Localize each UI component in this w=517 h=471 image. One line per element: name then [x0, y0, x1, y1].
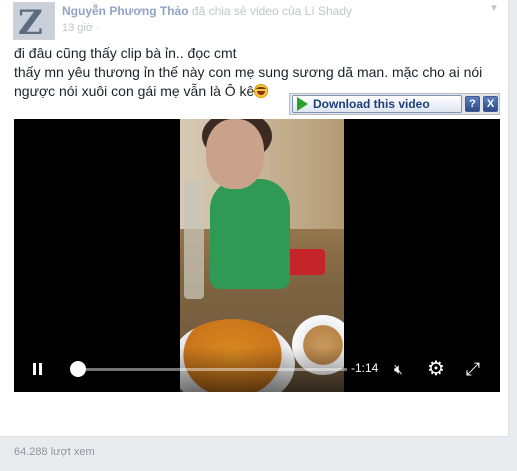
- volume-mute-icon[interactable]: 🔇︎: [394, 361, 414, 377]
- download-toolbar: Download this video ? X: [289, 93, 500, 115]
- progress-scrubber[interactable]: [70, 361, 86, 377]
- post-card: Z Nguyễn Phương Thảo đã chia sẻ video củ…: [0, 0, 509, 437]
- view-count: 64.288 lượt xem: [14, 446, 95, 458]
- download-video-button[interactable]: Download this video: [292, 95, 462, 113]
- author-name-link[interactable]: Nguyễn Phương Thảo: [62, 4, 189, 18]
- download-button-label: Download this video: [313, 97, 430, 111]
- laughing-emoji-icon: [254, 84, 269, 98]
- share-action-text: đã chia sẻ video của Lí Shady: [191, 4, 353, 18]
- gear-icon[interactable]: ⚙: [425, 358, 447, 380]
- post-text-line: thấy mn yêu thương ỉn thế này con mẹ sun…: [14, 64, 483, 80]
- post-text-line: ngược nói xuôi con gái mẹ vẫn là Ô kê: [14, 83, 255, 99]
- video-player[interactable]: -1:14 🔇︎ ⚙ ⤢: [14, 119, 500, 392]
- avatar-letter-icon: Z: [18, 3, 43, 40]
- close-button[interactable]: X: [483, 96, 498, 112]
- video-controls: -1:14 🔇︎ ⚙ ⤢: [14, 347, 500, 392]
- post-time-label: 13 giờ: [62, 22, 94, 34]
- progress-track[interactable]: [77, 368, 347, 371]
- fullscreen-icon[interactable]: ⤢: [462, 358, 484, 380]
- pause-icon[interactable]: [33, 363, 43, 375]
- post-header: Nguyễn Phương Thảo đã chia sẻ video của …: [62, 4, 352, 18]
- avatar[interactable]: Z: [13, 2, 55, 40]
- time-remaining: -1:14: [351, 361, 379, 375]
- chevron-down-icon[interactable]: ▾: [485, 0, 503, 16]
- help-button[interactable]: ?: [465, 96, 480, 112]
- post-text-line: đi đâu cũng thấy clip bà ỉn.. đọc cmt: [14, 45, 237, 61]
- play-icon: [297, 97, 308, 111]
- post-time[interactable]: 13 giờ ·: [62, 22, 100, 34]
